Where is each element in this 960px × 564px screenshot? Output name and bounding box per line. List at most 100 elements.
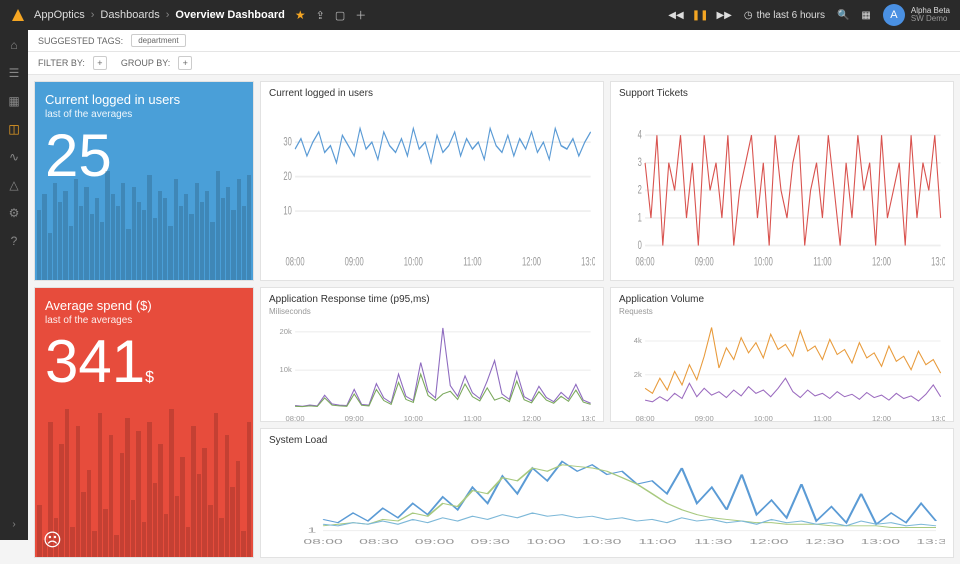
content: SUGGESTED TAGS: department FILTER BY: + … xyxy=(28,30,960,540)
playback-controls: ◀◀ ❚❚ ▶▶ xyxy=(668,10,732,21)
time-range-picker[interactable]: ◷ the last 6 hours xyxy=(744,10,825,21)
share-icon[interactable]: ⇪ xyxy=(316,9,325,22)
stat-panel-spend[interactable]: Average spend ($) last of the averages 3… xyxy=(34,287,254,558)
svg-text:11:00: 11:00 xyxy=(638,538,677,546)
sidebar: ⌂ ☰ ▦ ◫ ∿ △ ⚙ ? › xyxy=(0,30,28,540)
present-icon[interactable]: ▢ xyxy=(335,9,345,22)
topbar: AppOptics › Dashboards › Overview Dashbo… xyxy=(0,0,960,30)
line-chart: 108:0008:3009:0009:3010:0010:3011:0011:3… xyxy=(269,448,945,546)
panel-system-load[interactable]: System Load 108:0008:3009:0009:3010:0010… xyxy=(260,428,954,558)
svg-text:08:00: 08:00 xyxy=(636,256,655,269)
crumb-current: Overview Dashboard xyxy=(175,9,284,21)
svg-text:13:00: 13:00 xyxy=(931,256,945,269)
rewind-icon[interactable]: ◀◀ xyxy=(668,10,683,21)
svg-text:13:00: 13:00 xyxy=(581,414,595,422)
dashboard-grid: Current logged in users last of the aver… xyxy=(28,75,960,564)
stat-subtitle: last of the averages xyxy=(45,315,243,326)
add-group-button[interactable]: + xyxy=(178,56,192,70)
panel-title: System Load xyxy=(269,435,945,446)
svg-text:10:00: 10:00 xyxy=(404,414,423,422)
svg-text:12:00: 12:00 xyxy=(872,256,891,269)
panel-logged-users[interactable]: Current logged in users 10203008:0009:00… xyxy=(260,81,604,281)
stat-bars xyxy=(35,409,253,557)
svg-text:08:30: 08:30 xyxy=(359,538,399,546)
dashboards-icon[interactable]: ◫ xyxy=(8,122,19,136)
svg-text:12:00: 12:00 xyxy=(522,256,541,269)
expand-sidebar-icon[interactable]: › xyxy=(12,519,15,530)
panel-support-tickets[interactable]: Support Tickets 0123408:0009:0010:0011:0… xyxy=(610,81,954,281)
line-chart: 10203008:0009:0010:0011:0012:0013:00 xyxy=(269,101,595,269)
chevron-right-icon: › xyxy=(166,9,170,21)
filter-by-label: FILTER BY: xyxy=(38,58,85,68)
clock-icon: ◷ xyxy=(744,10,753,21)
add-icon[interactable]: ＋ xyxy=(355,7,366,23)
forward-icon[interactable]: ▶▶ xyxy=(716,10,731,21)
star-icon[interactable]: ★ xyxy=(295,8,306,22)
svg-text:10:30: 10:30 xyxy=(582,538,622,546)
svg-text:10:00: 10:00 xyxy=(526,538,566,546)
svg-text:20: 20 xyxy=(283,170,292,183)
search-icon[interactable]: 🔍 xyxy=(837,10,849,21)
activity-icon[interactable]: ∿ xyxy=(9,150,19,164)
chevron-right-icon: › xyxy=(91,9,95,21)
svg-text:08:00: 08:00 xyxy=(286,256,305,269)
list-icon[interactable]: ☰ xyxy=(9,66,20,80)
group-by-label: GROUP BY: xyxy=(121,58,170,68)
svg-text:09:00: 09:00 xyxy=(695,256,714,269)
svg-text:09:00: 09:00 xyxy=(695,414,714,422)
panel-title: Application Response time (p95,ms) xyxy=(269,294,595,305)
panel-title: Current logged in users xyxy=(269,88,595,99)
panel-response-time[interactable]: Application Response time (p95,ms) Milis… xyxy=(260,287,604,422)
user-menu[interactable]: A Alpha Beta SW Demo xyxy=(883,4,950,26)
user-org: SW Demo xyxy=(911,15,950,23)
pause-icon[interactable]: ❚❚ xyxy=(692,10,709,21)
stat-title: Average spend ($) xyxy=(45,298,243,313)
breadcrumb: AppOptics › Dashboards › Overview Dashbo… xyxy=(34,9,285,21)
stat-subtitle: last of the averages xyxy=(45,109,243,120)
stat-number: 341 xyxy=(45,328,145,395)
panel-subtitle: Requests xyxy=(619,307,945,316)
grid-icon[interactable]: ▦ xyxy=(8,94,19,108)
svg-text:13:00: 13:00 xyxy=(861,538,901,546)
logo-icon xyxy=(10,7,26,23)
gear-icon[interactable]: ⚙ xyxy=(9,206,20,220)
svg-text:12:30: 12:30 xyxy=(805,538,845,546)
apps-icon[interactable]: ▦ xyxy=(861,10,870,21)
avatar: A xyxy=(883,4,905,26)
home-icon[interactable]: ⌂ xyxy=(10,38,17,52)
svg-text:20k: 20k xyxy=(280,327,293,336)
svg-text:1: 1 xyxy=(638,212,643,225)
svg-text:2: 2 xyxy=(638,184,642,197)
svg-text:4k: 4k xyxy=(634,336,642,345)
svg-text:3: 3 xyxy=(638,157,643,170)
panel-app-volume[interactable]: Application Volume Requests 2k4k08:0009:… xyxy=(610,287,954,422)
svg-text:09:00: 09:00 xyxy=(345,256,364,269)
svg-text:0: 0 xyxy=(638,239,643,252)
help-icon[interactable]: ? xyxy=(11,234,18,248)
svg-text:10:00: 10:00 xyxy=(754,414,773,422)
add-filter-button[interactable]: + xyxy=(93,56,107,70)
svg-text:11:00: 11:00 xyxy=(463,256,482,269)
alerts-icon[interactable]: △ xyxy=(9,178,18,192)
svg-text:10k: 10k xyxy=(280,365,293,374)
sad-face-icon: ☹ xyxy=(43,530,62,551)
svg-text:2k: 2k xyxy=(634,370,642,379)
crumb-section[interactable]: Dashboards xyxy=(100,9,159,21)
stat-panel-users[interactable]: Current logged in users last of the aver… xyxy=(34,81,254,281)
svg-text:12:00: 12:00 xyxy=(522,414,541,422)
stat-bars xyxy=(35,171,253,280)
svg-text:10:00: 10:00 xyxy=(404,256,423,269)
tag-chip[interactable]: department xyxy=(131,34,185,47)
filter-bar: FILTER BY: + GROUP BY: + xyxy=(28,52,960,75)
svg-text:1: 1 xyxy=(308,526,317,534)
line-chart: 2k4k08:0009:0010:0011:0012:0013:00 xyxy=(619,320,945,422)
time-range-label: the last 6 hours xyxy=(757,10,825,21)
suggested-tags-bar: SUGGESTED TAGS: department xyxy=(28,30,960,52)
topbar-right: ◀◀ ❚❚ ▶▶ ◷ the last 6 hours 🔍 ▦ A Alpha … xyxy=(668,4,950,26)
svg-text:10: 10 xyxy=(283,205,292,218)
crumb-app[interactable]: AppOptics xyxy=(34,9,85,21)
line-chart: 10k20k08:0009:0010:0011:0012:0013:00 xyxy=(269,320,595,422)
suggested-tags-label: SUGGESTED TAGS: xyxy=(38,36,123,46)
svg-text:13:00: 13:00 xyxy=(581,256,595,269)
svg-text:11:00: 11:00 xyxy=(813,256,832,269)
